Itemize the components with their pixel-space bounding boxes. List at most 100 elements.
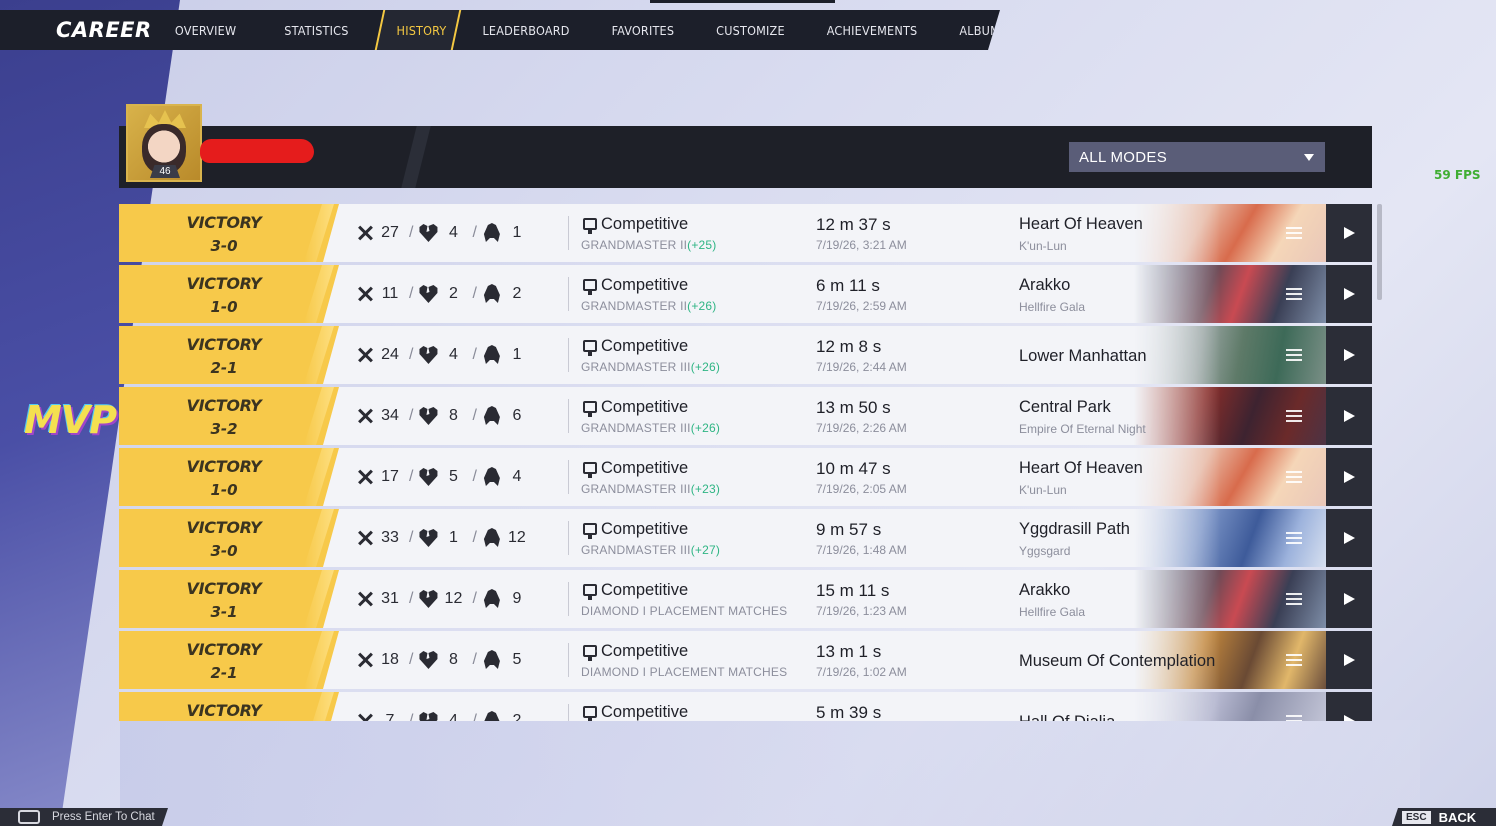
tab-overview[interactable]: OVERVIEW (175, 10, 236, 50)
deaths-value: 8 (449, 407, 458, 424)
match-row[interactable]: VICTORY 7 / 4 / 2 Competitive 5 m 39 s H… (119, 692, 1372, 721)
match-date: 7/19/26, 2:59 AM (816, 299, 907, 313)
kills-value: 34 (381, 407, 399, 424)
assists-value: 2 (512, 712, 522, 721)
kills-icon (355, 467, 375, 487)
tab-history[interactable]: HISTORY (397, 10, 447, 50)
menu-icon[interactable] (1286, 349, 1302, 361)
separator: / (409, 407, 414, 424)
separator: / (409, 285, 414, 302)
menu-icon[interactable] (1286, 654, 1302, 666)
tab-leaderboard[interactable]: LEADERBOARD (482, 10, 569, 50)
match-history-list: VICTORY 3-0 27 / 4 / 1 Competitive GRAND… (119, 204, 1372, 721)
rank-delta: (+26) (687, 299, 717, 313)
menu-icon[interactable] (1286, 593, 1302, 605)
assists-value: 9 (512, 590, 522, 607)
rank-delta: (+26) (690, 360, 721, 374)
assists-icon (483, 711, 500, 721)
tab-label: OVERVIEW (174, 22, 237, 38)
kills-value: 33 (381, 529, 399, 546)
match-row[interactable]: VICTORY 3-0 27 / 4 / 1 Competitive GRAND… (119, 204, 1372, 262)
mode-filter-value: ALL MODES (1079, 148, 1168, 166)
match-date: 7/19/26, 3:21 AM (816, 238, 907, 252)
separator: / (409, 651, 414, 668)
menu-icon[interactable] (1286, 227, 1302, 239)
match-row[interactable]: VICTORY 2-1 18 / 8 / 5 Competitive DIAMO… (119, 631, 1372, 689)
game-mode: Competitive (601, 337, 689, 355)
replay-button[interactable] (1326, 265, 1372, 323)
player-level: 46 (150, 165, 180, 178)
separator: / (409, 590, 414, 607)
result-score: 3-0 (210, 542, 238, 560)
result-score: 3-0 (210, 237, 238, 255)
rank-label: GRANDMASTER III (581, 543, 691, 557)
replay-button[interactable] (1326, 448, 1372, 506)
match-row[interactable]: VICTORY 3-2 34 / 8 / 6 Competitive GRAND… (119, 387, 1372, 445)
replay-button[interactable] (1326, 570, 1372, 628)
kills-icon (355, 711, 375, 721)
match-row[interactable]: VICTORY 1-0 17 / 5 / 4 Competitive GRAND… (119, 448, 1372, 506)
result-label: VICTORY (186, 640, 262, 659)
tab-favorites[interactable]: FAVORITES (612, 10, 675, 50)
separator: / (472, 346, 477, 363)
menu-icon[interactable] (1286, 715, 1302, 721)
back-button[interactable]: ESC BACK (1392, 808, 1496, 826)
match-row[interactable]: VICTORY 1-0 11 / 2 / 2 Competitive GRAND… (119, 265, 1372, 323)
replay-button[interactable] (1326, 204, 1372, 262)
result-label: VICTORY (186, 579, 262, 598)
kda-stats: 18 / 8 / 5 (355, 649, 532, 671)
fps-counter: 59 FPS (1434, 168, 1481, 182)
rank-info: GRANDMASTER III(+23) (581, 482, 720, 496)
column-divider (568, 521, 569, 555)
deaths-icon (419, 651, 438, 669)
career-nav: CAREER OVERVIEW STATISTICS HISTORY LEADERBO… (0, 10, 1000, 50)
deaths-value: 5 (449, 468, 458, 485)
match-date: 7/19/26, 1:48 AM (816, 543, 907, 557)
chat-prompt[interactable]: Press Enter To Chat (0, 808, 168, 826)
match-row[interactable]: VICTORY 2-1 24 / 4 / 1 Competitive GRAND… (119, 326, 1372, 384)
separator: / (472, 529, 477, 546)
replay-button[interactable] (1326, 326, 1372, 384)
game-mode: Competitive (601, 215, 689, 233)
tab-customize[interactable]: CUSTOMIZE (716, 10, 785, 50)
assists-value: 6 (512, 407, 522, 424)
replay-button[interactable] (1326, 631, 1372, 689)
kills-icon (355, 528, 375, 548)
match-date: 7/19/26, 2:44 AM (816, 360, 907, 374)
replay-button[interactable] (1326, 692, 1372, 721)
column-divider (568, 338, 569, 372)
menu-icon[interactable] (1286, 288, 1302, 300)
monitor-icon (583, 340, 597, 356)
deaths-value: 2 (449, 285, 458, 302)
separator: / (409, 468, 414, 485)
game-mode: Competitive (601, 398, 689, 416)
player-avatar[interactable]: 46 (126, 104, 202, 182)
match-row[interactable]: VICTORY 3-1 31 / 12 / 9 Competitive DIAM… (119, 570, 1372, 628)
menu-icon[interactable] (1286, 410, 1302, 422)
rank-info: DIAMOND I PLACEMENT MATCHES (581, 604, 787, 618)
result-label: VICTORY (186, 457, 262, 476)
column-divider (568, 643, 569, 677)
tab-achievements[interactable]: ACHIEVEMENTS (827, 10, 918, 50)
tab-album[interactable]: ALBUM (959, 10, 1000, 50)
game-mode: Competitive (601, 459, 689, 477)
menu-icon[interactable] (1286, 532, 1302, 544)
replay-button[interactable] (1326, 509, 1372, 567)
match-row[interactable]: VICTORY 3-0 33 / 1 / 12 Competitive GRAN… (119, 509, 1372, 567)
mode-filter-dropdown[interactable]: ALL MODES (1069, 142, 1325, 172)
replay-button[interactable] (1326, 387, 1372, 445)
menu-icon[interactable] (1286, 471, 1302, 483)
monitor-icon (583, 401, 597, 417)
separator: / (409, 224, 414, 241)
column-divider (568, 460, 569, 494)
separator: / (472, 224, 477, 241)
tab-label: LEADERBOARD (482, 22, 570, 38)
tab-statistics[interactable]: STATISTICS (284, 10, 348, 50)
result-score: 3-1 (210, 603, 238, 621)
kills-value: 17 (381, 468, 399, 485)
result-label: VICTORY (186, 213, 262, 232)
separator: / (472, 285, 477, 302)
rank-info: GRANDMASTER III(+26) (581, 421, 720, 435)
scrollbar[interactable] (1377, 204, 1382, 300)
map-name: Hall Of Djalia (1019, 713, 1115, 721)
